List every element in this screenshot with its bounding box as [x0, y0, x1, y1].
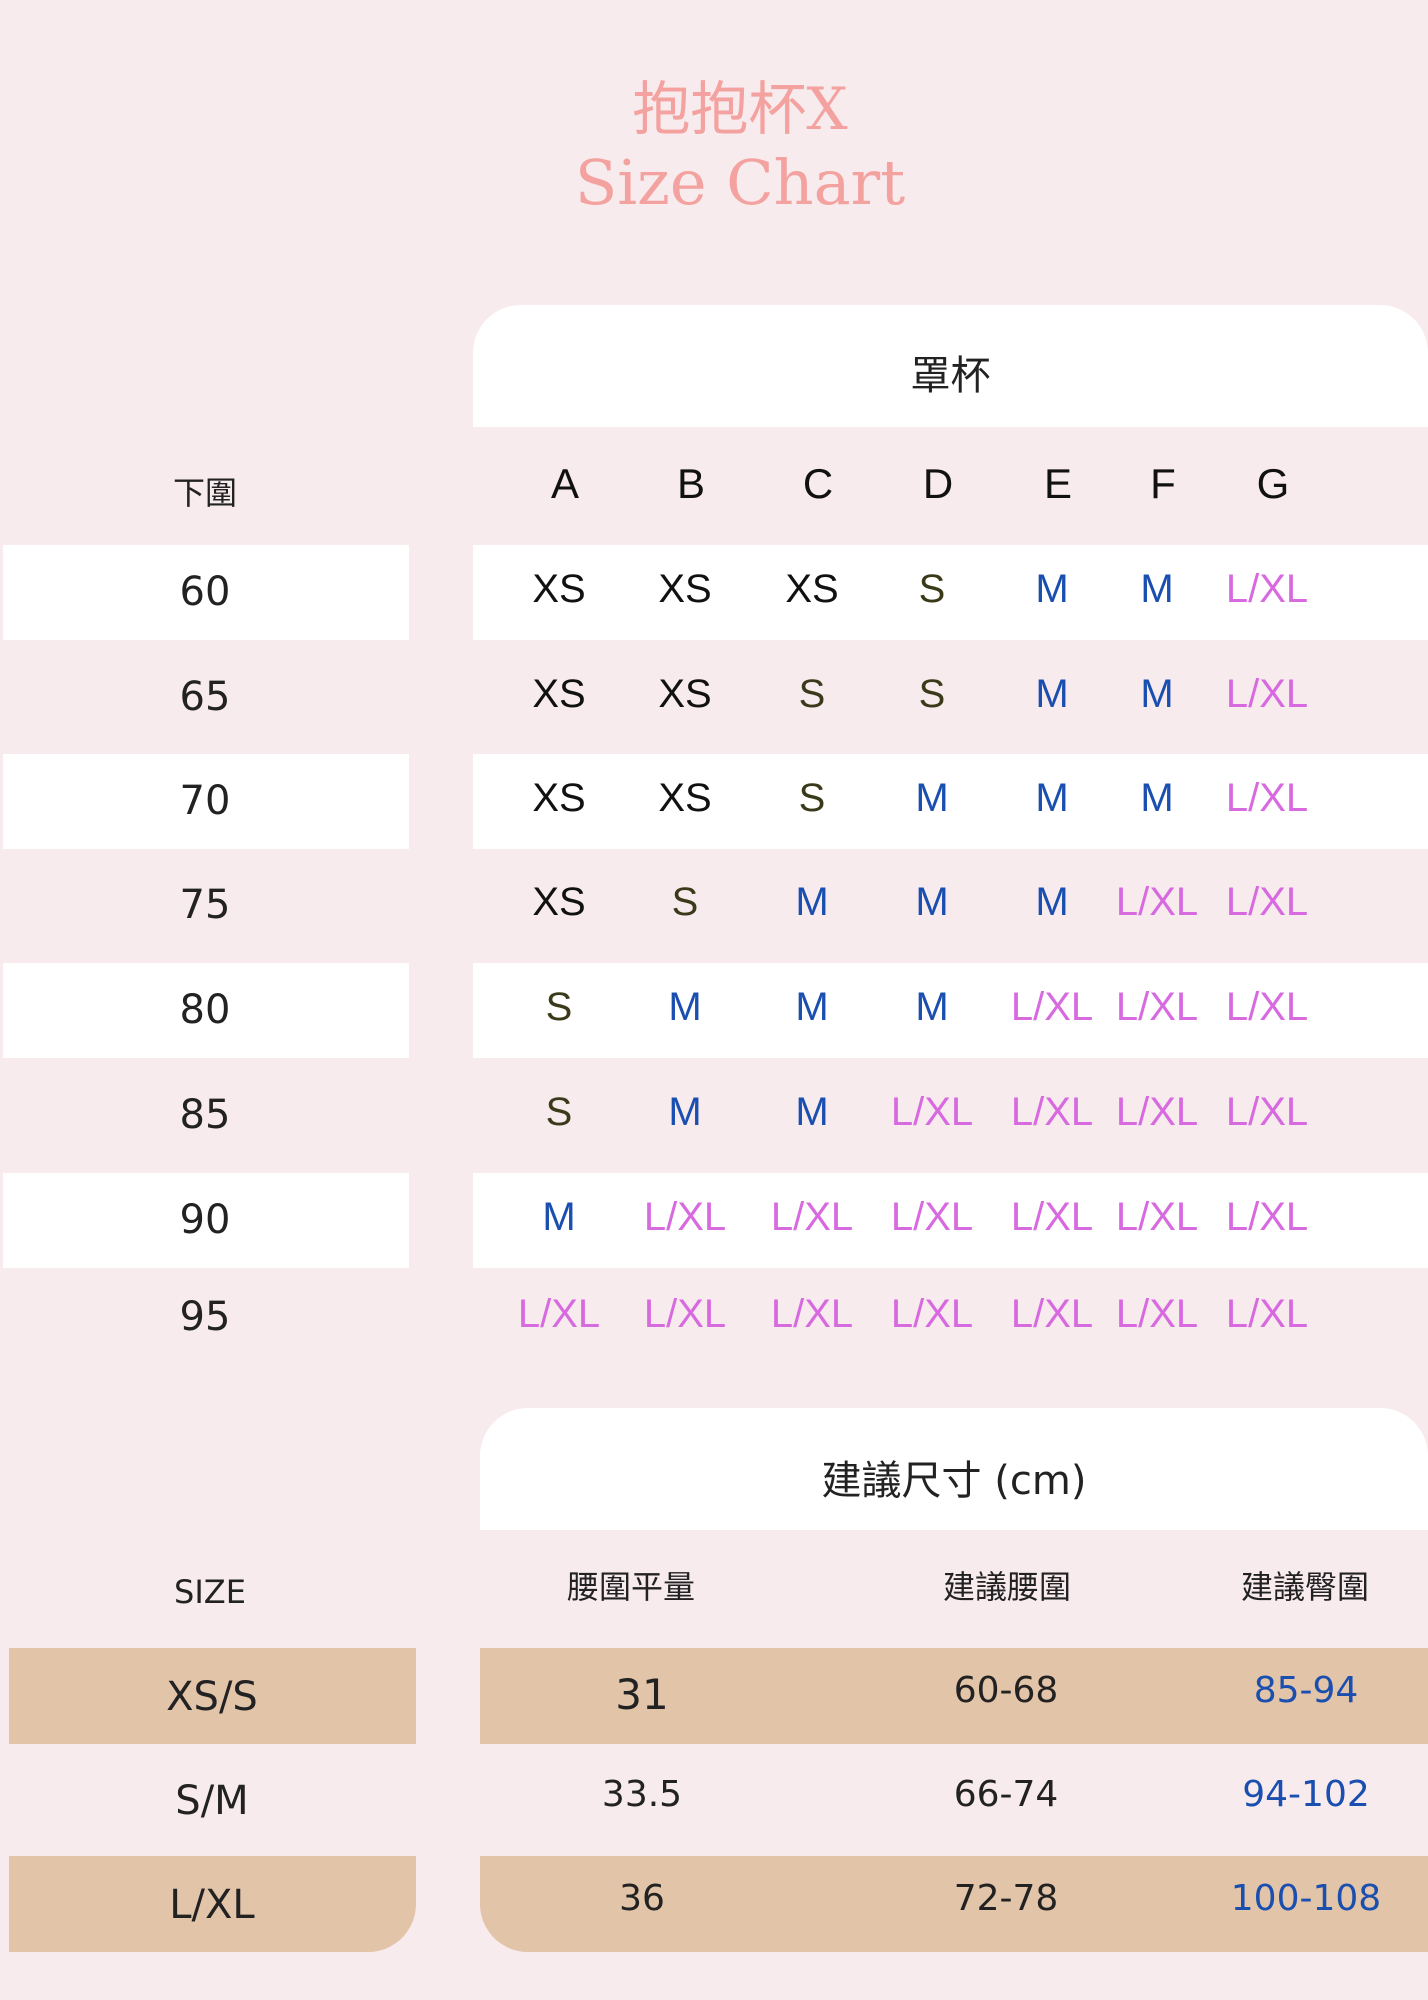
waist-value: 60-68 [953, 1670, 1059, 1711]
cup-size-cell: M [795, 985, 829, 1029]
page-title: 抱抱杯X [632, 75, 848, 143]
waist-flat-value: 36 [619, 1878, 665, 1919]
cup-size-cell: S [798, 776, 826, 820]
cup-column-d: D [922, 460, 954, 507]
size-label: L/XL [169, 1882, 255, 1928]
cup-size-cell: L/XL [1115, 985, 1199, 1029]
cup-size-cell: L/XL [1225, 985, 1309, 1029]
band-value: 80 [179, 987, 231, 1033]
cup-column-a: A [550, 460, 579, 507]
cup-size-cell: M [795, 880, 829, 924]
waist-value: 72-78 [953, 1878, 1059, 1919]
band-value: 70 [179, 778, 231, 824]
band-value: 75 [179, 882, 231, 928]
cup-size-cell: L/XL [517, 1292, 601, 1336]
cup-size-cell: L/XL [1225, 776, 1309, 820]
cup-size-cell: M [1140, 776, 1174, 820]
size-subheader-hip: 建議臀圍 [1240, 1568, 1369, 1606]
cup-size-cell: M [1035, 880, 1069, 924]
waist-flat-value: 31 [615, 1670, 669, 1719]
waist-value: 66-74 [953, 1774, 1059, 1815]
cup-size-cell: L/XL [1010, 985, 1094, 1029]
cup-size-cell: L/XL [643, 1292, 727, 1336]
cup-size-cell: M [1140, 567, 1174, 611]
cup-size-cell: S [918, 672, 946, 716]
band-value: 90 [179, 1197, 231, 1243]
cup-size-cell: L/XL [643, 1195, 727, 1239]
cup-size-cell: S [798, 672, 826, 716]
cup-table-header: 罩杯 [910, 353, 991, 399]
cup-size-cell: S [545, 1090, 573, 1134]
cup-size-cell: L/XL [1010, 1292, 1094, 1336]
size-column-header: SIZE [174, 1573, 246, 1611]
cup-size-cell: L/XL [1225, 567, 1309, 611]
cup-size-cell: L/XL [1010, 1195, 1094, 1239]
cup-size-cell: L/XL [770, 1195, 854, 1239]
cup-size-cell: M [542, 1195, 576, 1239]
cup-size-cell: M [915, 985, 949, 1029]
cup-size-cell: L/XL [890, 1090, 974, 1134]
cup-size-cell: L/XL [1115, 1090, 1199, 1134]
band-value: 95 [179, 1294, 231, 1340]
hip-value: 85-94 [1253, 1670, 1359, 1711]
cup-size-cell: L/XL [1225, 1292, 1309, 1336]
size-table-header: 建議尺寸 (cm) [821, 1458, 1087, 1504]
cup-size-cell: S [671, 880, 699, 924]
hip-value: 100-108 [1230, 1878, 1382, 1919]
cup-column-f: F [1150, 460, 1176, 507]
cup-size-cell: M [915, 776, 949, 820]
waist-flat-value: 33.5 [601, 1774, 683, 1815]
cup-size-cell: XS [658, 672, 712, 716]
cup-size-cell: L/XL [1225, 1195, 1309, 1239]
cup-size-cell: XS [658, 567, 712, 611]
cup-size-cell: S [918, 567, 946, 611]
cup-column-e: E [1043, 460, 1072, 507]
cup-size-cell: M [668, 985, 702, 1029]
cup-column-b: B [676, 460, 705, 507]
cup-size-cell: M [1140, 672, 1174, 716]
cup-size-cell: XS [532, 567, 586, 611]
cup-size-cell: M [1035, 776, 1069, 820]
band-value: 65 [179, 674, 231, 720]
size-subheader-waist-flat: 腰圍平量 [566, 1568, 695, 1606]
cup-size-cell: L/XL [1225, 672, 1309, 716]
cup-size-cell: M [668, 1090, 702, 1134]
cup-size-cell: L/XL [1115, 1292, 1199, 1336]
cup-size-cell: S [545, 985, 573, 1029]
page-subtitle: Size Chart [574, 146, 906, 219]
hip-value: 94-102 [1242, 1774, 1370, 1815]
cup-size-cell: L/XL [890, 1292, 974, 1336]
size-label: XS/S [166, 1674, 258, 1720]
cup-size-cell: L/XL [1115, 1195, 1199, 1239]
cup-size-cell: XS [532, 776, 586, 820]
cup-size-cell: XS [532, 880, 586, 924]
cup-size-cell: L/XL [890, 1195, 974, 1239]
cup-size-cell: L/XL [1225, 880, 1309, 924]
cup-size-cell: M [1035, 567, 1069, 611]
cup-size-cell: L/XL [1115, 880, 1199, 924]
band-value: 85 [179, 1092, 231, 1138]
cup-column-c: C [802, 460, 834, 507]
cup-size-cell: L/XL [1010, 1090, 1094, 1134]
cup-size-cell: L/XL [770, 1292, 854, 1336]
band-value: 60 [179, 569, 231, 615]
size-subheader-waist: 建議腰圍 [942, 1568, 1071, 1606]
cup-size-cell: XS [658, 776, 712, 820]
cup-size-cell: M [795, 1090, 829, 1134]
band-column-header: 下圍 [172, 474, 237, 512]
cup-size-cell: M [1035, 672, 1069, 716]
cup-size-cell: XS [532, 672, 586, 716]
cup-size-cell: M [915, 880, 949, 924]
cup-size-cell: L/XL [1225, 1090, 1309, 1134]
cup-size-cell: XS [785, 567, 839, 611]
cup-column-g: G [1256, 460, 1290, 507]
size-label: S/M [175, 1778, 249, 1824]
